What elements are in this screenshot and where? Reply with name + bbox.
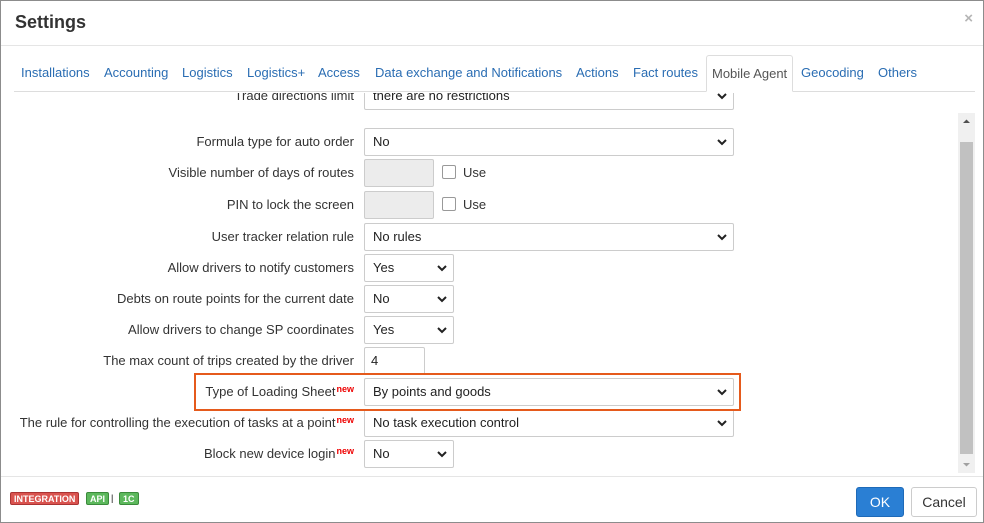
select-value: Yes <box>373 260 395 275</box>
setting-label: The max count of trips created by the dr… <box>103 353 354 368</box>
formula-type-select[interactable]: No <box>364 128 734 156</box>
setting-row-debts: Debts on route points for the current da… <box>14 285 954 313</box>
ok-button[interactable]: OK <box>856 487 904 517</box>
pin-lock-input[interactable]: 0 <box>364 191 434 219</box>
dialog-title: Settings <box>15 12 87 32</box>
change-sp-select[interactable]: Yes <box>364 316 454 344</box>
block-login-select[interactable]: No <box>364 440 454 468</box>
setting-label: User tracker relation rule <box>211 229 354 244</box>
setting-row-block-login: Block new device loginnew No <box>14 440 954 468</box>
select-value: Yes <box>373 322 395 337</box>
label-text: The rule for controlling the execution o… <box>19 415 336 430</box>
highlight-box <box>194 373 741 411</box>
setting-label: Allow drivers to change SP coordinates <box>128 322 354 337</box>
select-value: No <box>373 446 390 461</box>
api-badge[interactable]: API <box>86 492 110 505</box>
setting-label: Block new device loginnew <box>204 446 354 461</box>
setting-row-visible-days: Visible number of days of routes 0 Use <box>14 159 954 187</box>
integration-badge[interactable]: INTEGRATION <box>10 492 80 505</box>
tab-logistics[interactable]: Logistics <box>182 55 233 91</box>
setting-row-notify-customers: Allow drivers to notify customers Yes <box>14 254 954 282</box>
label-text: Block new device login <box>203 446 336 461</box>
user-tracker-select[interactable]: No rules <box>364 223 734 251</box>
setting-label: Formula type for auto order <box>196 134 354 149</box>
dialog-header: Settings × <box>1 1 983 46</box>
badge-separator: | <box>111 493 114 503</box>
visible-days-use-checkbox[interactable] <box>442 165 456 179</box>
chevron-down-icon <box>717 420 727 427</box>
select-value: No task execution control <box>373 415 519 430</box>
max-trips-input[interactable]: 4 <box>364 347 425 375</box>
setting-row-max-trips: The max count of trips created by the dr… <box>14 347 954 375</box>
tab-logistics-plus[interactable]: Logistics+ <box>247 55 305 91</box>
tab-geocoding[interactable]: Geocoding <box>801 55 864 91</box>
tab-bar: Installations Accounting Logistics Logis… <box>14 55 975 92</box>
new-badge: new <box>336 446 354 456</box>
setting-row-formula-type: Formula type for auto order No <box>14 128 954 156</box>
visible-days-input[interactable]: 0 <box>364 159 434 187</box>
setting-label: Visible number of days of routes <box>168 165 354 180</box>
settings-panel: Trade directions limit there are no rest… <box>14 93 975 475</box>
tab-others[interactable]: Others <box>878 55 917 91</box>
setting-label: Allow drivers to notify customers <box>167 260 354 275</box>
chevron-down-icon <box>717 93 727 100</box>
setting-row-task-control: The rule for controlling the execution o… <box>14 409 954 437</box>
close-icon[interactable]: × <box>964 10 973 27</box>
select-value: No rules <box>373 229 422 244</box>
chevron-down-icon <box>437 327 447 334</box>
input-value: 0 <box>371 165 379 180</box>
debts-select[interactable]: No <box>364 285 454 313</box>
setting-label: Debts on route points for the current da… <box>116 291 354 306</box>
chevron-down-icon <box>437 265 447 272</box>
setting-row-pin-lock: PIN to lock the screen 0 Use <box>14 191 954 219</box>
notify-customers-select[interactable]: Yes <box>364 254 454 282</box>
dialog-footer: INTEGRATION API | 1C OK Cancel <box>1 476 983 522</box>
vertical-scrollbar[interactable] <box>958 113 975 473</box>
chevron-down-icon <box>437 451 447 458</box>
chevron-down-icon <box>717 139 727 146</box>
new-badge: new <box>336 415 354 425</box>
setting-row-user-tracker: User tracker relation rule No rules <box>14 223 954 251</box>
setting-label: Trade directions limit <box>234 93 354 103</box>
cancel-button[interactable]: Cancel <box>911 487 977 517</box>
task-control-select[interactable]: No task execution control <box>364 409 734 437</box>
tab-actions[interactable]: Actions <box>576 55 619 91</box>
setting-label: The rule for controlling the execution o… <box>20 415 354 430</box>
scrollbar-thumb[interactable] <box>960 142 973 454</box>
trade-directions-select[interactable]: there are no restrictions <box>364 93 734 110</box>
select-value: No <box>373 134 390 149</box>
1c-badge[interactable]: 1C <box>119 492 139 505</box>
chevron-down-icon <box>437 296 447 303</box>
checkbox-label: Use <box>463 165 487 180</box>
scroll-down-icon[interactable] <box>958 456 975 473</box>
tab-accounting[interactable]: Accounting <box>104 55 168 91</box>
chevron-down-icon <box>717 234 727 241</box>
select-value: No <box>373 291 390 306</box>
input-value: 0 <box>371 197 379 212</box>
settings-dialog: Settings × Installations Accounting Logi… <box>0 0 984 523</box>
tab-access[interactable]: Access <box>318 55 360 91</box>
setting-row-change-sp: Allow drivers to change SP coordinates Y… <box>14 316 954 344</box>
tab-installations[interactable]: Installations <box>21 55 90 91</box>
scroll-up-icon[interactable] <box>958 113 975 130</box>
setting-row-trade-directions: Trade directions limit there are no rest… <box>14 93 954 110</box>
pin-lock-use-checkbox[interactable] <box>442 197 456 211</box>
checkbox-label: Use <box>463 197 487 212</box>
tab-data-exchange[interactable]: Data exchange and Notifications <box>375 55 562 91</box>
setting-label: PIN to lock the screen <box>226 197 354 212</box>
tab-fact-routes[interactable]: Fact routes <box>633 55 698 91</box>
tab-mobile-agent[interactable]: Mobile Agent <box>706 55 794 92</box>
select-value: there are no restrictions <box>373 93 510 103</box>
